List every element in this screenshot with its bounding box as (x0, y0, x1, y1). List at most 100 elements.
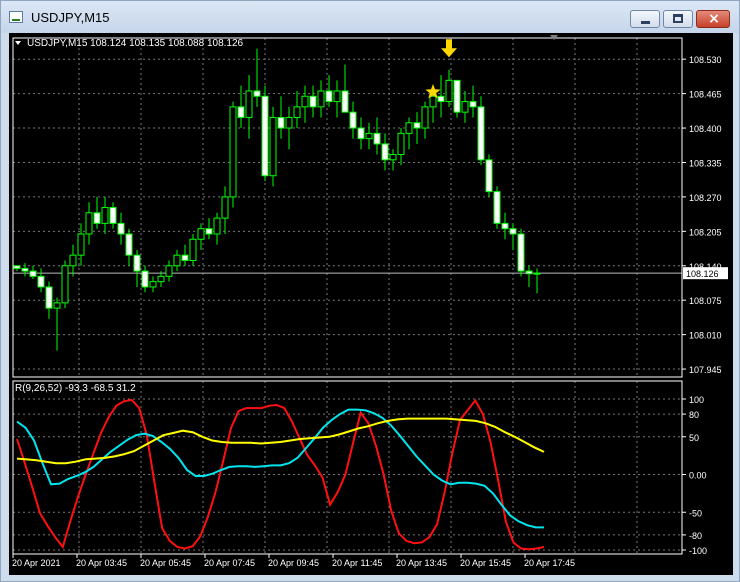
candle (261, 85, 269, 182)
chart-canvas[interactable]: 108.530 108.465 108.400 108.335 108.270 108.2… (9, 33, 733, 575)
candle (397, 128, 405, 166)
level-tick-label: -80 (689, 531, 702, 541)
candle (229, 101, 237, 208)
candle (341, 64, 349, 113)
minimize-button[interactable] (630, 10, 660, 28)
candle-body (109, 207, 117, 224)
candle (37, 268, 45, 293)
candle (405, 117, 413, 150)
candle (469, 85, 477, 118)
time-axis: 20 Apr 2021 20 Apr 03:45 20 Apr 05:45 20 Ap… (12, 554, 575, 568)
candle (317, 80, 325, 118)
candle (445, 69, 453, 107)
candle (133, 249, 141, 287)
candle-body (93, 212, 101, 224)
candle-body (525, 270, 533, 275)
candle-body (301, 95, 309, 108)
candle (477, 96, 485, 166)
price-tick-label: 108.270 (689, 193, 722, 203)
candle-body (133, 254, 141, 272)
maximize-button[interactable] (663, 10, 693, 28)
candle-body (61, 265, 69, 304)
candle (61, 260, 69, 309)
candle-body (173, 254, 181, 267)
down-arrow-signal-icon (441, 39, 457, 58)
chart-area[interactable]: 108.530 108.465 108.400 108.335 108.270 108.2… (9, 33, 733, 575)
candle-body (421, 106, 429, 129)
candle (93, 196, 101, 229)
candle (381, 133, 389, 171)
candle (277, 96, 285, 139)
candle (357, 117, 365, 150)
candle-body (293, 106, 301, 118)
level-tick-label: -50 (689, 508, 702, 518)
candle-body (389, 154, 397, 161)
candle-body (37, 275, 45, 288)
candle-body (485, 159, 493, 193)
candle-body (85, 212, 93, 235)
candle-body (125, 233, 133, 256)
candle (373, 117, 381, 155)
candle-body (189, 238, 197, 261)
candle-body (285, 116, 293, 129)
candle-body (141, 270, 149, 288)
candle-body (413, 122, 421, 129)
candle (21, 263, 29, 277)
candle-body (501, 222, 509, 230)
price-tick-label: 107.945 (689, 365, 722, 375)
candle-body (533, 272, 541, 275)
candle (165, 260, 173, 282)
candle-body (165, 265, 173, 277)
current-price-label: 108.126 (686, 269, 719, 279)
candle (45, 281, 53, 319)
candle-body (453, 79, 461, 113)
indicator-line (16, 417, 545, 465)
candle (293, 90, 301, 129)
candle-body (437, 95, 445, 103)
candle (205, 218, 213, 240)
candle (69, 244, 77, 277)
minimize-icon (641, 21, 650, 24)
price-tick-label: 108.530 (689, 55, 722, 65)
price-tick-label: 108.075 (689, 296, 722, 306)
candle (53, 297, 61, 351)
candle (269, 106, 277, 187)
candle (197, 223, 205, 250)
candle (309, 85, 317, 118)
level-tick-label: 0.00 (689, 471, 707, 481)
level-tick-label: -100 (689, 546, 707, 556)
candle-body (429, 95, 437, 108)
candle (517, 228, 525, 277)
panel-frames (12, 37, 683, 555)
candle (533, 268, 541, 294)
chart-menu-triangle-icon[interactable] (15, 41, 21, 45)
candle-body (253, 90, 261, 97)
indicator-axis: 100 80 50 0.00 -50 -80 -100 (682, 395, 707, 556)
candle (117, 212, 125, 245)
symbol-header: USDJPY,M15 108.124 108.135 108.088 108.1… (27, 38, 244, 49)
candle-body (333, 90, 341, 103)
candle-body (245, 90, 253, 118)
candle (237, 85, 245, 129)
time-tick-label: 20 Apr 15:45 (460, 558, 511, 568)
candle (189, 233, 197, 266)
candle-body (277, 116, 285, 129)
candle (285, 106, 293, 150)
candle (301, 85, 309, 123)
candle-body (53, 302, 61, 309)
candle-body (373, 132, 381, 145)
candle (13, 265, 21, 272)
candle-body (309, 95, 317, 108)
candle-body (493, 191, 501, 224)
candle-body (381, 143, 389, 161)
candle (253, 48, 261, 107)
candle-body (229, 106, 237, 198)
title-bar[interactable]: USDJPY,M15 × (1, 1, 739, 33)
candle-body (317, 90, 325, 108)
candle-body (45, 286, 53, 309)
candle (501, 212, 509, 240)
candle-body (213, 217, 221, 235)
close-button[interactable]: × (696, 10, 730, 28)
candle (125, 228, 133, 266)
candle (181, 244, 189, 266)
